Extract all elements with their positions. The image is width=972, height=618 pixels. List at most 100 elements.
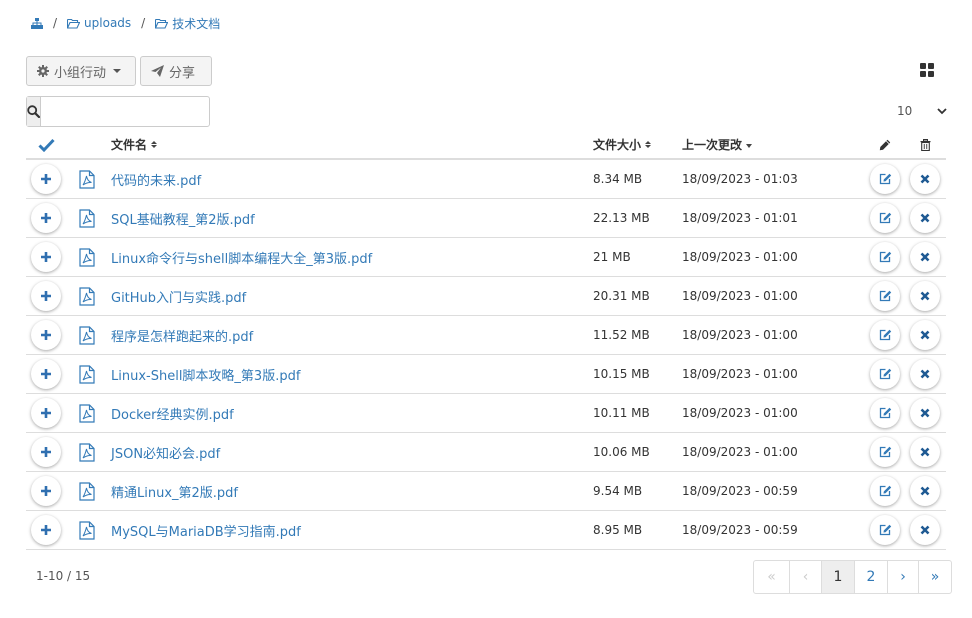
file-size: 21 MB bbox=[593, 250, 631, 264]
file-name-link[interactable]: Docker经典实例.pdf bbox=[111, 394, 234, 432]
column-modified-label: 上一次更改 bbox=[682, 138, 743, 152]
row-delete-button[interactable] bbox=[910, 203, 940, 233]
page-size-value: 10 bbox=[897, 104, 913, 118]
close-icon bbox=[920, 525, 930, 535]
row-delete-button[interactable] bbox=[910, 476, 940, 506]
row-expand-button[interactable] bbox=[31, 437, 61, 467]
plus-icon bbox=[40, 329, 52, 341]
table-row: Linux命令行与shell脚本编程大全_第3版.pdf 21 MB 18/09/2… bbox=[26, 238, 946, 277]
row-delete-button[interactable] bbox=[910, 242, 940, 272]
folder-open-icon bbox=[155, 18, 169, 29]
file-name-link[interactable]: GitHub入门与实践.pdf bbox=[111, 277, 246, 315]
column-header-name[interactable]: 文件名 bbox=[111, 131, 158, 158]
group-action-button[interactable]: 小组行动 bbox=[26, 56, 136, 86]
file-pdf-icon bbox=[79, 433, 95, 471]
next-page-button[interactable]: › bbox=[887, 561, 918, 593]
pencil-icon bbox=[879, 131, 891, 158]
row-edit-button[interactable] bbox=[870, 359, 900, 389]
row-delete-button[interactable] bbox=[910, 515, 940, 545]
group-action-label: 小组行动 bbox=[54, 65, 107, 81]
edit-icon bbox=[879, 485, 892, 497]
trash-icon bbox=[920, 131, 931, 158]
file-name-link[interactable]: SQL基础教程_第2版.pdf bbox=[111, 199, 255, 237]
close-icon bbox=[920, 213, 930, 223]
row-edit-button[interactable] bbox=[870, 437, 900, 467]
chevron-down-icon bbox=[113, 69, 122, 73]
file-name-link[interactable]: 代码的未来.pdf bbox=[111, 160, 201, 198]
row-delete-button[interactable] bbox=[910, 398, 940, 428]
select-all-checkbox[interactable] bbox=[38, 131, 55, 158]
row-edit-button[interactable] bbox=[870, 515, 900, 545]
first-page-button[interactable]: « bbox=[754, 561, 789, 593]
row-expand-button[interactable] bbox=[31, 164, 61, 194]
file-name-link[interactable]: Linux-Shell脚本攻略_第3版.pdf bbox=[111, 355, 300, 393]
row-edit-button[interactable] bbox=[870, 281, 900, 311]
plus-icon bbox=[40, 290, 52, 302]
file-name-link[interactable]: MySQL与MariaDB学习指南.pdf bbox=[111, 511, 301, 549]
edit-icon bbox=[879, 407, 892, 419]
breadcrumb-label: uploads bbox=[84, 16, 132, 30]
file-modified: 18/09/2023 - 00:59 bbox=[682, 523, 798, 537]
edit-icon bbox=[879, 329, 892, 341]
breadcrumb-separator: / bbox=[53, 16, 58, 30]
row-expand-button[interactable] bbox=[31, 476, 61, 506]
search-input[interactable] bbox=[41, 97, 223, 126]
file-pdf-icon bbox=[79, 355, 95, 393]
file-size: 11.52 MB bbox=[593, 328, 650, 342]
column-header-size[interactable]: 文件大小 bbox=[593, 131, 652, 158]
row-delete-button[interactable] bbox=[910, 320, 940, 350]
page-1-button[interactable]: 1 bbox=[821, 561, 854, 593]
breadcrumb-separator: / bbox=[141, 16, 146, 30]
chevron-down-icon bbox=[937, 107, 947, 114]
file-size: 10.11 MB bbox=[593, 406, 650, 420]
column-name-label: 文件名 bbox=[111, 138, 148, 152]
breadcrumb-root[interactable] bbox=[31, 17, 43, 29]
edit-icon bbox=[879, 212, 892, 224]
file-name-link[interactable]: Linux命令行与shell脚本编程大全_第3版.pdf bbox=[111, 238, 372, 276]
plus-icon bbox=[40, 212, 52, 224]
file-size: 22.13 MB bbox=[593, 211, 650, 225]
table-row: Linux-Shell脚本攻略_第3版.pdf 10.15 MB 18/09/202… bbox=[26, 355, 946, 394]
row-edit-button[interactable] bbox=[870, 476, 900, 506]
file-name-link[interactable]: JSON必知必会.pdf bbox=[111, 433, 220, 471]
plus-icon bbox=[40, 524, 52, 536]
last-page-button[interactable]: » bbox=[918, 561, 951, 593]
row-delete-button[interactable] bbox=[910, 164, 940, 194]
file-name-link[interactable]: 程序是怎样跑起来的.pdf bbox=[111, 316, 253, 354]
file-modified: 18/09/2023 - 00:59 bbox=[682, 484, 798, 498]
row-delete-button[interactable] bbox=[910, 437, 940, 467]
file-modified: 18/09/2023 - 01:03 bbox=[682, 172, 798, 186]
row-edit-button[interactable] bbox=[870, 398, 900, 428]
gear-icon bbox=[37, 65, 49, 77]
row-delete-button[interactable] bbox=[910, 359, 940, 389]
row-expand-button[interactable] bbox=[31, 203, 61, 233]
file-modified: 18/09/2023 - 01:00 bbox=[682, 289, 798, 303]
row-expand-button[interactable] bbox=[31, 359, 61, 389]
pagination-count: 1-10 / 15 bbox=[36, 569, 91, 583]
grid-view-icon[interactable] bbox=[920, 63, 934, 77]
page-size-select[interactable]: 10 bbox=[897, 102, 947, 120]
row-expand-button[interactable] bbox=[31, 242, 61, 272]
row-delete-button[interactable] bbox=[910, 281, 940, 311]
sort-icon bbox=[151, 141, 158, 148]
prev-page-button[interactable]: ‹ bbox=[789, 561, 821, 593]
row-expand-button[interactable] bbox=[31, 281, 61, 311]
row-edit-button[interactable] bbox=[870, 320, 900, 350]
plus-icon bbox=[40, 446, 52, 458]
breadcrumb-item-uploads[interactable]: uploads bbox=[67, 16, 131, 30]
row-edit-button[interactable] bbox=[870, 203, 900, 233]
row-edit-button[interactable] bbox=[870, 164, 900, 194]
table-row: GitHub入门与实践.pdf 20.31 MB 18/09/2023 - 01:0… bbox=[26, 277, 946, 316]
file-modified: 18/09/2023 - 01:00 bbox=[682, 445, 798, 459]
column-header-modified[interactable]: 上一次更改 bbox=[682, 131, 753, 158]
share-button[interactable]: 分享 bbox=[140, 56, 212, 86]
edit-icon bbox=[879, 524, 892, 536]
file-name-link[interactable]: 精通Linux_第2版.pdf bbox=[111, 472, 238, 510]
row-expand-button[interactable] bbox=[31, 320, 61, 350]
pagination: « ‹ 1 2 › » bbox=[753, 560, 952, 594]
row-expand-button[interactable] bbox=[31, 515, 61, 545]
breadcrumb-item-current[interactable]: 技术文档 bbox=[155, 15, 220, 32]
row-expand-button[interactable] bbox=[31, 398, 61, 428]
row-edit-button[interactable] bbox=[870, 242, 900, 272]
page-2-button[interactable]: 2 bbox=[854, 561, 887, 593]
